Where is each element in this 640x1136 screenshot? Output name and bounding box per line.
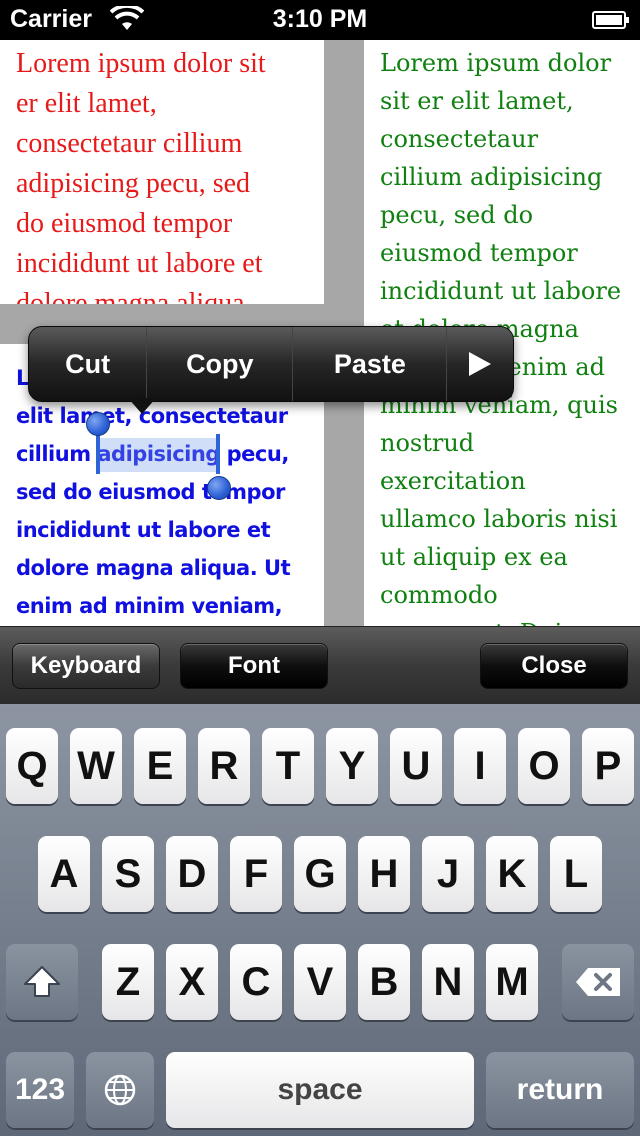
key-o[interactable]: O xyxy=(518,728,570,804)
key-q[interactable]: Q xyxy=(6,728,58,804)
key-y[interactable]: Y xyxy=(326,728,378,804)
cut-menu-item[interactable]: Cut xyxy=(29,327,148,401)
key-s[interactable]: S xyxy=(102,836,154,912)
shift-icon xyxy=(24,966,60,997)
selection-end-bar xyxy=(216,434,220,474)
cut-label: Cut xyxy=(65,348,111,379)
input-accessory-toolbar: Keyboard Font Close xyxy=(0,626,640,705)
globe-icon xyxy=(104,1074,136,1106)
key-x[interactable]: X xyxy=(166,944,218,1020)
status-bar: Carrier 3:10 PM xyxy=(0,0,640,40)
selection-end-handle[interactable] xyxy=(207,476,231,500)
paste-label: Paste xyxy=(333,348,406,379)
play-right-icon xyxy=(469,352,492,376)
key-v[interactable]: V xyxy=(294,944,346,1020)
key-m[interactable]: M xyxy=(486,944,538,1020)
paste-menu-item[interactable]: Paste xyxy=(293,327,448,401)
key-z[interactable]: Z xyxy=(102,944,154,1020)
key-h[interactable]: H xyxy=(358,836,410,912)
key-e[interactable]: E xyxy=(134,728,186,804)
globe-key[interactable] xyxy=(86,1052,154,1128)
more-menu-item[interactable] xyxy=(447,327,513,401)
key-n[interactable]: N xyxy=(422,944,474,1020)
key-a[interactable]: A xyxy=(38,836,90,912)
text-view-red[interactable]: Lorem ipsum dolor sit er elit lamet, con… xyxy=(0,40,324,304)
key-f[interactable]: F xyxy=(230,836,282,912)
edit-menu: Cut Copy Paste xyxy=(28,326,514,402)
key-d[interactable]: D xyxy=(166,836,218,912)
shift-key[interactable] xyxy=(6,944,78,1020)
delete-key[interactable] xyxy=(562,944,634,1020)
close-button[interactable]: Close xyxy=(480,643,628,689)
numbers-key[interactable]: 123 xyxy=(6,1052,74,1128)
key-l[interactable]: L xyxy=(550,836,602,912)
key-r[interactable]: R xyxy=(198,728,250,804)
key-u[interactable]: U xyxy=(390,728,442,804)
edit-menu-pointer xyxy=(128,398,156,414)
copy-label: Copy xyxy=(186,348,254,379)
key-i[interactable]: I xyxy=(454,728,506,804)
selection-start-bar xyxy=(96,432,100,474)
key-b[interactable]: B xyxy=(358,944,410,1020)
return-key[interactable]: return xyxy=(486,1052,634,1128)
key-w[interactable]: W xyxy=(70,728,122,804)
selection-start-handle[interactable] xyxy=(86,412,110,436)
font-button[interactable]: Font xyxy=(180,643,328,689)
clock: 3:10 PM xyxy=(272,5,368,33)
keyboard: Q W E R T Y U I O P A S D F G H J K L Z … xyxy=(0,704,640,1136)
keyboard-button[interactable]: Keyboard xyxy=(12,643,160,689)
battery-icon xyxy=(592,11,629,29)
space-key[interactable]: space xyxy=(166,1052,474,1128)
key-c[interactable]: C xyxy=(230,944,282,1020)
red-text-content: Lorem ipsum dolor sit er elit lamet, con… xyxy=(16,48,266,304)
key-j[interactable]: J xyxy=(422,836,474,912)
backspace-icon xyxy=(576,968,620,996)
key-p[interactable]: P xyxy=(582,728,634,804)
key-k[interactable]: K xyxy=(486,836,538,912)
copy-menu-item[interactable]: Copy xyxy=(147,327,294,401)
text-selection-highlight xyxy=(98,438,220,472)
key-g[interactable]: G xyxy=(294,836,346,912)
key-t[interactable]: T xyxy=(262,728,314,804)
